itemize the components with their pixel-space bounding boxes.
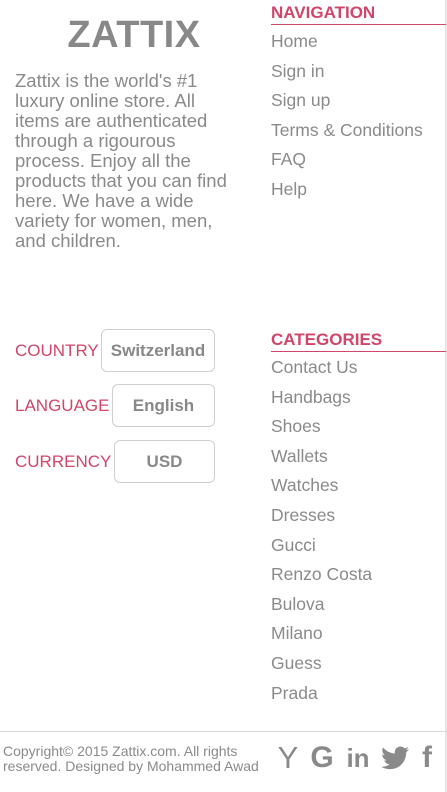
nav-link-faq[interactable]: FAQ xyxy=(271,148,423,178)
twitter-bird-shape xyxy=(381,746,409,770)
twitter-icon[interactable] xyxy=(380,746,410,770)
category-link-gucci[interactable]: Gucci xyxy=(271,534,372,564)
category-link-renzo-costa[interactable]: Renzo Costa xyxy=(271,563,372,593)
copyright-text: Copyright© 2015 Zattix.com. All rights r… xyxy=(3,743,259,774)
navigation-list: Home Sign in Sign up Terms & Conditions … xyxy=(271,30,423,208)
nav-link-sign-up[interactable]: Sign up xyxy=(271,89,423,119)
nav-link-home[interactable]: Home xyxy=(271,30,423,60)
category-link-bulova[interactable]: Bulova xyxy=(271,593,372,623)
social-links: Y G in f xyxy=(276,740,436,776)
linkedin-icon[interactable]: in xyxy=(344,743,372,774)
language-select[interactable]: English xyxy=(112,384,215,427)
nav-link-sign-in[interactable]: Sign in xyxy=(271,60,423,90)
country-select[interactable]: Switzerland xyxy=(101,329,215,372)
country-label: COUNTRY xyxy=(15,341,99,360)
footer-divider xyxy=(0,731,447,732)
categories-heading: CATEGORIES xyxy=(271,330,446,352)
currency-label: CURRENCY xyxy=(15,452,112,471)
facebook-icon[interactable]: f xyxy=(418,741,436,775)
navigation-heading: NAVIGATION xyxy=(271,3,446,25)
category-link-handbags[interactable]: Handbags xyxy=(271,386,372,416)
category-link-dresses[interactable]: Dresses xyxy=(271,504,372,534)
categories-list: Contact Us Handbags Shoes Wallets Watche… xyxy=(271,356,372,711)
category-link-contact-us[interactable]: Contact Us xyxy=(271,356,372,386)
country-setting: COUNTRY xyxy=(15,341,99,361)
nav-link-terms[interactable]: Terms & Conditions xyxy=(271,119,423,149)
nav-link-help[interactable]: Help xyxy=(271,178,423,208)
brand-logo[interactable]: ZATTIX xyxy=(15,14,253,57)
currency-setting: CURRENCY xyxy=(15,452,111,472)
language-setting: LANGUAGE xyxy=(15,396,109,416)
category-link-prada[interactable]: Prada xyxy=(271,682,372,712)
category-link-milano[interactable]: Milano xyxy=(271,622,372,652)
about-text: Zattix is the world's #1 luxury online s… xyxy=(15,70,227,251)
category-link-wallets[interactable]: Wallets xyxy=(271,445,372,475)
currency-select[interactable]: USD xyxy=(114,440,215,483)
google-icon[interactable]: G xyxy=(308,741,336,775)
category-link-watches[interactable]: Watches xyxy=(271,474,372,504)
category-link-shoes[interactable]: Shoes xyxy=(271,415,372,445)
category-link-guess[interactable]: Guess xyxy=(271,652,372,682)
hacker-news-icon[interactable]: Y xyxy=(276,740,300,776)
language-label: LANGUAGE xyxy=(15,396,110,415)
